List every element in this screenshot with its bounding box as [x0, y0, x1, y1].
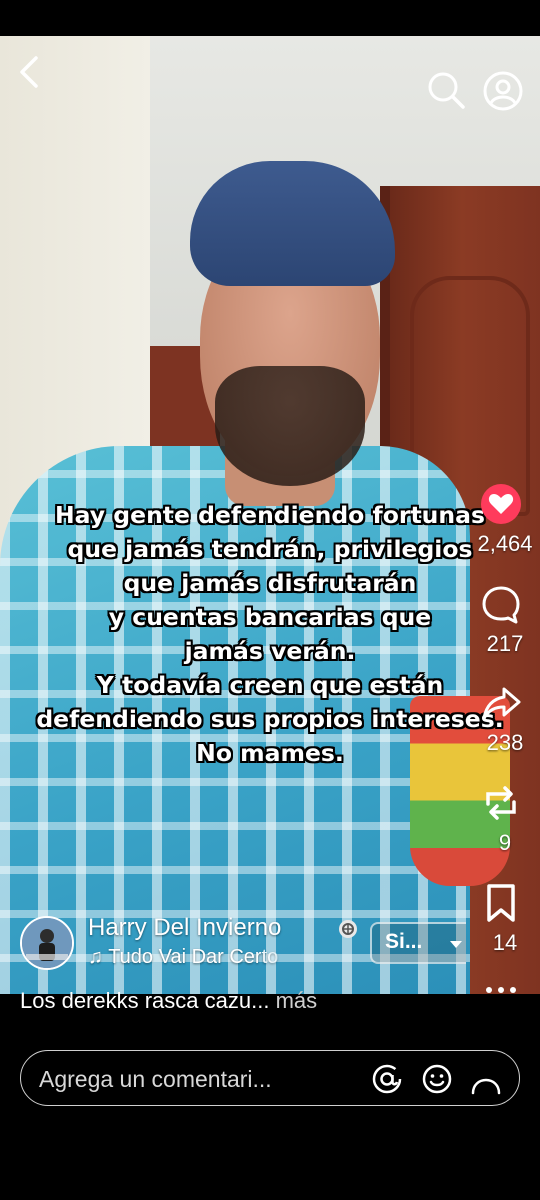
repost-icon: [486, 786, 516, 820]
overlay-line: y cuentas bancarias que: [108, 603, 432, 631]
bookmark-icon: [487, 884, 515, 922]
follow-dropdown[interactable]: Si...: [370, 922, 466, 964]
video-subject: [215, 366, 365, 486]
caption-text: Los derekks rasca cazu...: [20, 988, 276, 1013]
avatar[interactable]: [20, 916, 74, 970]
video-subject: [190, 161, 395, 286]
post-caption[interactable]: Los derekks rasca cazu... más: [20, 988, 317, 1014]
back-button[interactable]: [16, 54, 44, 90]
share-icon: [482, 687, 521, 720]
overlay-line: Hay gente defendiendo fortunas: [55, 501, 485, 529]
more-options-button[interactable]: [484, 980, 518, 999]
chevron-left-icon: [20, 56, 38, 88]
comment-placeholder: Agrega un comentari...: [39, 1066, 272, 1092]
at-icon[interactable]: [371, 1063, 403, 1095]
follow-label: Si...: [385, 930, 423, 953]
gif-sticker-icon[interactable]: [471, 1077, 501, 1097]
overlay-line: jamás verán.: [184, 637, 356, 665]
profile-icon: [483, 71, 523, 111]
comment-input[interactable]: Agrega un comentari...: [20, 1050, 520, 1106]
comments-count: 217: [486, 631, 524, 656]
status-bar: [0, 0, 540, 36]
save-button[interactable]: [480, 882, 522, 929]
overlay-line: No mames.: [196, 739, 344, 767]
repost-button[interactable]: [480, 782, 522, 829]
emoji-icon[interactable]: [421, 1063, 453, 1095]
share-button[interactable]: [480, 683, 522, 730]
music-track-title: Tudo Vai Dar Certo: [108, 946, 279, 968]
video-text-overlay: Hay gente defendiendo fortunas que jamás…: [0, 498, 540, 770]
caret-down-icon: [450, 941, 462, 948]
avatar-image: [22, 918, 72, 968]
overlay-line: defendiendo sus propios intereses.: [36, 705, 504, 733]
comment-icon: [482, 586, 520, 624]
more-link[interactable]: más: [276, 988, 318, 1013]
comment-button[interactable]: [480, 584, 522, 631]
music-track[interactable]: ♫ Tudo Vai Dar Certo: [88, 946, 303, 969]
reposts-count: 9: [498, 830, 512, 855]
search-button[interactable]: [426, 70, 466, 110]
music-note-icon: ♫: [88, 946, 103, 968]
profile-button[interactable]: [482, 70, 524, 112]
overlay-line: que jamás tendrán, privilegios: [67, 535, 473, 563]
more-icon: [486, 987, 516, 993]
heart-icon: [481, 484, 521, 524]
verified-badge-icon: [338, 919, 358, 944]
overlay-line: que jamás disfrutarán: [123, 569, 417, 597]
saves-count: 14: [492, 930, 518, 955]
search-icon: [428, 72, 465, 109]
shares-count: 238: [486, 730, 524, 755]
likes-count: 2,464: [477, 531, 533, 556]
like-button[interactable]: [480, 483, 522, 530]
author-name[interactable]: Harry Del Invierno: [88, 914, 281, 942]
overlay-line: Y todavía creen que están: [96, 671, 444, 699]
